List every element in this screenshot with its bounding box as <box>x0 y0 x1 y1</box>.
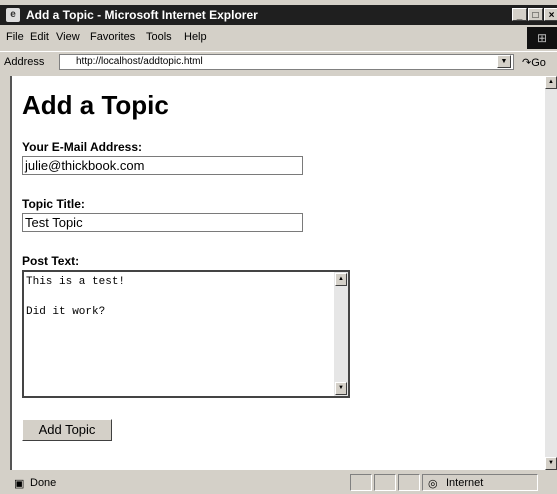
go-button[interactable]: ↷Go <box>522 56 546 69</box>
post-text-area[interactable]: This is a test! Did it work? ▲ ▼ <box>22 270 350 398</box>
status-cell <box>374 474 396 491</box>
browser-window: e Add a Topic - Microsoft Internet Explo… <box>0 0 557 494</box>
page-scroll-up-arrow-icon[interactable]: ▲ <box>545 76 557 89</box>
status-text: Done <box>30 477 57 489</box>
post-text-label: Post Text: <box>22 254 80 268</box>
security-zone: Internet <box>446 477 484 489</box>
address-dropdown-button[interactable]: ▼ <box>497 55 511 68</box>
textarea-scrollbar[interactable]: ▲ ▼ <box>334 272 348 396</box>
go-arrow-icon: ↷ <box>522 57 532 69</box>
menu-help[interactable]: Help <box>184 31 207 43</box>
address-bar: Address http://localhost/addtopic.html ▼… <box>0 51 557 74</box>
address-label: Address <box>4 56 45 68</box>
internet-globe-icon: ◎ <box>428 478 438 490</box>
menu-tools[interactable]: Tools <box>146 31 172 43</box>
status-bar: ▣ Done ◎ Internet <box>0 472 557 494</box>
windows-logo-icon: ⊞ <box>527 27 557 49</box>
status-cell <box>398 474 420 491</box>
topic-title-field[interactable]: Test Topic <box>22 213 303 232</box>
add-topic-button[interactable]: Add Topic <box>22 419 112 441</box>
scroll-up-arrow-icon[interactable]: ▲ <box>335 273 347 286</box>
page-scroll-down-arrow-icon[interactable]: ▼ <box>545 457 557 470</box>
ie-icon: e <box>6 8 20 22</box>
scroll-down-arrow-icon[interactable]: ▼ <box>335 382 347 395</box>
close-button[interactable]: × <box>544 8 557 21</box>
page-title: Add a Topic <box>22 90 169 120</box>
window-title: Add a Topic - Microsoft Internet Explore… <box>26 8 258 22</box>
email-field[interactable]: julie@thickbook.com <box>22 156 303 175</box>
page-done-icon: ▣ <box>14 478 25 490</box>
title-bar: e Add a Topic - Microsoft Internet Explo… <box>0 5 557 25</box>
status-cell <box>350 474 372 491</box>
page-scrollbar[interactable]: ▲ ▼ <box>545 76 557 470</box>
email-label: Your E-Mail Address: <box>22 140 143 154</box>
post-text-value[interactable]: This is a test! Did it work? <box>24 272 348 323</box>
address-field[interactable]: http://localhost/addtopic.html <box>59 54 514 70</box>
menu-file[interactable]: File <box>6 31 24 43</box>
page-content: Add a Topic Your E-Mail Address: julie@t… <box>10 76 545 470</box>
menu-bar: File Edit View Favorites Tools Help ⊞ <box>0 27 557 49</box>
menu-view[interactable]: View <box>56 31 80 43</box>
menu-favorites[interactable]: Favorites <box>90 31 135 43</box>
go-label: Go <box>531 57 546 69</box>
menu-edit[interactable]: Edit <box>30 31 49 43</box>
minimize-button[interactable]: _ <box>512 8 527 21</box>
address-url[interactable]: http://localhost/addtopic.html <box>76 56 203 67</box>
topic-title-label: Topic Title: <box>22 197 85 211</box>
maximize-button[interactable]: □ <box>528 8 543 21</box>
